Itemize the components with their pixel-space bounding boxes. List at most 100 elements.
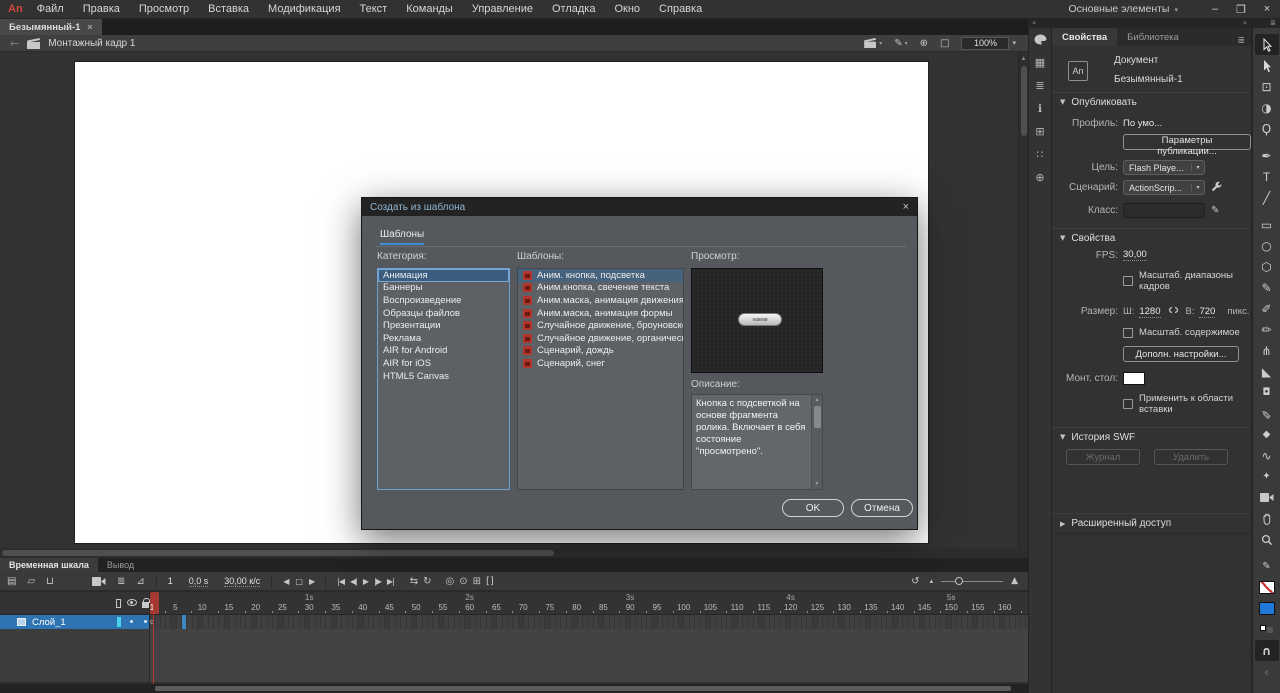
play-icon[interactable]: ▶ (363, 577, 368, 586)
current-frame-value[interactable]: 1 (168, 576, 173, 586)
template-list[interactable]: Аним. кнопка, подсветкаАним.кнопка, свеч… (517, 268, 684, 490)
menu-item[interactable]: Файл (37, 3, 64, 15)
selection-tool-icon[interactable] (1255, 34, 1279, 55)
delete-layer-button[interactable]: ⊔ (46, 576, 54, 587)
height-value[interactable]: 720 (1199, 306, 1215, 318)
stage-color-swatch[interactable] (1123, 372, 1145, 385)
close-tab-icon[interactable]: × (87, 22, 92, 32)
menu-item[interactable]: Просмотр (139, 3, 189, 15)
panel-menu-icon[interactable]: ≣ (1253, 19, 1280, 28)
frame-rate-value[interactable]: 30,00 к/с (224, 576, 260, 587)
workspace-switcher[interactable]: Основные элементы▾ (1068, 3, 1178, 15)
class-input[interactable] (1123, 203, 1205, 218)
tab-templates[interactable]: Шаблоны (380, 229, 424, 245)
playhead-line[interactable] (153, 595, 154, 684)
menu-item[interactable]: Команды (406, 3, 453, 15)
category-item[interactable]: HTML5 Canvas (378, 370, 509, 383)
category-item[interactable]: Реклама (378, 332, 509, 345)
category-list[interactable]: АнимацияБаннерыВоспроизведениеОбразцы фа… (377, 268, 510, 490)
template-item[interactable]: Аним.маска, анимация формы (518, 307, 683, 320)
layer-lock-dot[interactable] (144, 620, 147, 623)
scroll-up-icon[interactable]: ▴ (1019, 52, 1028, 64)
section-accessibility[interactable]: ▶ Расширенный доступ (1052, 513, 1251, 534)
onion-skin-icon[interactable]: ◎ (446, 576, 455, 587)
menu-item[interactable]: Окно (614, 3, 640, 15)
scroll-up-icon[interactable]: ▴ (812, 395, 822, 405)
graph-editor-button[interactable]: ⊿ (136, 576, 144, 587)
zoom-tool-icon[interactable] (1255, 529, 1279, 550)
align-panel-icon[interactable]: ≣ (1029, 74, 1051, 97)
width-value[interactable]: 1280 (1139, 306, 1160, 318)
modify-markers-icon[interactable]: [] (486, 576, 494, 587)
asset-warp-tool-icon[interactable]: ✦ (1255, 466, 1279, 487)
free-transform-tool-icon[interactable]: ⊡ (1255, 76, 1279, 97)
clip-content-icon[interactable]: □ (940, 38, 949, 49)
step-forward-icon[interactable]: ▶ (309, 577, 314, 586)
pencil-tool-icon[interactable]: ✎ (1255, 277, 1279, 298)
tab-timeline[interactable]: Временная шкала (0, 558, 98, 572)
timeline-ruler[interactable]: 1s2s3s4s5s151015202530354045505560657075… (150, 592, 1028, 614)
category-item[interactable]: Воспроизведение (378, 294, 509, 307)
loop-playback-icon[interactable]: ↻ (423, 576, 431, 587)
line-tool-icon[interactable]: ╱ (1255, 187, 1279, 208)
swatches-panel-icon[interactable]: ▦ (1029, 51, 1051, 74)
menu-item[interactable]: Отладка (552, 3, 595, 15)
timeline-zoom-slider[interactable] (941, 581, 1003, 582)
template-item[interactable]: Аним.кнопка, свечение текста (518, 282, 683, 295)
layer-outline-color-chip[interactable] (117, 617, 121, 627)
panel-menu-icon[interactable]: ≣ (1237, 36, 1245, 46)
new-layer-button[interactable]: ▤ (7, 576, 16, 587)
pen-tool-icon[interactable]: ✒ (1255, 145, 1279, 166)
swf-log-button[interactable]: Журнал (1066, 449, 1140, 465)
elapsed-time-value[interactable]: 0,0 s (189, 576, 209, 587)
stage-horizontal-scrollbar[interactable] (0, 548, 1028, 558)
template-item[interactable]: Аним. кнопка, подсветка (518, 269, 683, 282)
wrench-icon[interactable] (1211, 181, 1222, 195)
zoom-out-frames-icon[interactable]: ▴ (930, 577, 934, 585)
scrollbar-thumb[interactable] (2, 550, 554, 556)
swf-clear-button[interactable]: Удалить (1154, 449, 1228, 465)
ink-bottle-tool-icon[interactable]: ◘ (1255, 382, 1279, 403)
cancel-button[interactable]: Отмена (851, 499, 913, 517)
menu-item[interactable]: Управление (472, 3, 533, 15)
paint-brush-tool-icon[interactable]: ✐ (1255, 298, 1279, 319)
template-item[interactable]: Сценарий, дождь (518, 345, 683, 358)
scale-frame-spans-checkbox[interactable] (1123, 276, 1133, 286)
camera-tool-icon[interactable] (1255, 487, 1279, 508)
menu-item[interactable]: Текст (360, 3, 388, 15)
app-logo[interactable]: An (8, 3, 23, 15)
swap-colors-icon[interactable] (1255, 619, 1279, 640)
edit-scene-icon[interactable]: ▾ (864, 38, 882, 48)
back-arrow-icon[interactable]: ← (10, 37, 19, 50)
width-tool-icon[interactable]: ∿ (1255, 445, 1279, 466)
advanced-settings-button[interactable]: Дополн. настройки... (1123, 346, 1239, 362)
stage-zoom-input[interactable]: 100% (961, 37, 1009, 50)
fill-color-swatch[interactable] (1255, 598, 1279, 619)
transform-panel-icon[interactable]: ⊞ (1029, 120, 1051, 143)
layer-visible-dot[interactable] (130, 620, 133, 623)
hand-tool-icon[interactable] (1255, 508, 1279, 529)
slider-knob[interactable] (955, 577, 963, 585)
prev-frame-icon[interactable]: ◀| (350, 577, 357, 586)
collapse-panels-icon[interactable]: « (1029, 19, 1051, 28)
rectangle-tool-icon[interactable]: ▭ (1255, 214, 1279, 235)
polystar-tool-icon[interactable]: ⬡ (1255, 256, 1279, 277)
category-item[interactable]: AIR for iOS (378, 357, 509, 370)
ok-button[interactable]: OK (782, 499, 844, 517)
tab-output[interactable]: Вывод (98, 558, 143, 572)
profile-value[interactable]: По умо... (1123, 118, 1162, 129)
target-select[interactable]: Flash Playe... ▾ (1123, 160, 1205, 175)
template-item[interactable]: Сценарий, снег (518, 357, 683, 370)
edit-multiple-frames-icon[interactable]: ⊞ (473, 576, 481, 587)
zoom-dropdown-icon[interactable]: ▾ (1012, 39, 1016, 47)
scrollbar-thumb[interactable] (155, 686, 1011, 691)
category-item[interactable]: Образцы файлов (378, 307, 509, 320)
subselection-tool-icon[interactable] (1255, 55, 1279, 76)
new-folder-button[interactable]: ▱ (27, 576, 35, 587)
restore-button[interactable]: ❐ (1228, 3, 1254, 16)
fragments-panel-icon[interactable]: ∷ (1029, 143, 1051, 166)
layer-frames-strip[interactable] (150, 615, 1028, 629)
timeline-scrollbar[interactable] (0, 684, 1028, 693)
brush-tool-icon[interactable]: ✏ (1255, 319, 1279, 340)
oval-tool-icon[interactable]: ○ (1255, 235, 1279, 256)
